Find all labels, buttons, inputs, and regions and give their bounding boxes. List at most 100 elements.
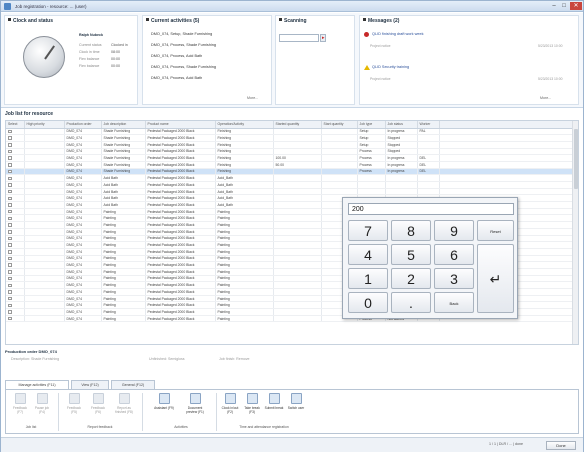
key-7[interactable]: 7 <box>348 220 388 241</box>
select-checkbox[interactable] <box>8 196 12 201</box>
select-checkbox[interactable] <box>8 149 12 154</box>
column-header[interactable]: Job type <box>357 121 386 129</box>
clock-in-out-button[interactable]: Clock in/out (F2) <box>220 393 240 414</box>
select-checkbox[interactable] <box>8 230 12 234</box>
key-6[interactable]: 6 <box>434 244 474 265</box>
key-4[interactable]: 4 <box>348 244 388 265</box>
select-checkbox[interactable] <box>8 223 12 227</box>
select-checkbox[interactable] <box>8 189 12 194</box>
activity-item[interactable]: DMO_074, Process, Acid Bath <box>151 54 202 58</box>
table-row[interactable]: DMO_074 Shade Furnishing Pedestal Packaged… <box>6 134 578 142</box>
feedback-f6-button[interactable]: Feedback (F6) <box>88 393 108 414</box>
table-cell: Pedestal Packaged 2000 Black <box>145 235 216 243</box>
table-row[interactable]: DMO_074 Acid Bath Pedestal Packaged 2000 B… <box>6 174 578 182</box>
select-checkbox[interactable] <box>8 243 12 247</box>
reset-button[interactable]: Reset <box>477 220 514 241</box>
select-checkbox[interactable] <box>8 303 12 308</box>
keypad-input[interactable]: 200 <box>348 203 514 215</box>
select-checkbox[interactable] <box>8 236 12 241</box>
key-8[interactable]: 8 <box>391 220 431 241</box>
select-checkbox[interactable] <box>8 276 12 281</box>
column-header[interactable]: Start quantity <box>321 121 358 129</box>
column-header[interactable]: Product name <box>145 121 216 129</box>
tab-manage-activities[interactable]: Manage activities (F11) <box>5 380 69 389</box>
activity-item[interactable]: DMO_074, Setup, Shade Furnishing <box>151 32 212 36</box>
minimize-button[interactable]: – <box>549 2 559 10</box>
table-cell <box>273 174 322 182</box>
activity-item[interactable]: DMO_074, Process, Shade Furnishing <box>151 65 216 69</box>
assistant-button[interactable]: Assistant (F9) <box>152 393 176 410</box>
key-9[interactable]: 9 <box>434 220 474 241</box>
select-checkbox[interactable] <box>8 256 12 261</box>
scroll-thumb[interactable] <box>574 129 578 189</box>
select-checkbox[interactable] <box>8 270 12 274</box>
select-checkbox[interactable] <box>8 209 12 214</box>
table-row[interactable]: DMO_074 Shade Furnishing Pedestal Packaged… <box>6 148 578 156</box>
key-5[interactable]: 5 <box>391 244 431 265</box>
pause-job-button[interactable]: Pause job (F4) <box>32 393 52 414</box>
column-header[interactable]: Job description <box>101 121 146 129</box>
tab-general[interactable]: General (F12) <box>111 380 155 389</box>
column-header[interactable]: Job status <box>385 121 418 129</box>
enter-icon[interactable]: ↵ <box>477 244 514 313</box>
messages-more-link[interactable]: More... <box>540 96 551 100</box>
done-button[interactable]: Done <box>546 441 576 450</box>
table-row[interactable]: DMO_074 Shade Furnishing Pedestal Packaged… <box>6 168 578 176</box>
table-row[interactable]: DMO_074 Acid Bath Pedestal Packaged 2000 B… <box>6 181 578 189</box>
select-checkbox[interactable] <box>8 216 12 221</box>
document-preview-button[interactable]: Document preview (F1) <box>182 393 208 414</box>
table-row[interactable]: DMO_074 Shade Furnishing Pedestal Packaged… <box>6 161 578 169</box>
table-row[interactable]: DMO_074 Acid Bath Pedestal Packaged 2000 B… <box>6 188 578 196</box>
take-break-button[interactable]: Take break (F3) <box>242 393 262 414</box>
key-0[interactable]: 0 <box>348 292 388 313</box>
key-decimal[interactable]: . <box>391 292 431 313</box>
select-checkbox[interactable] <box>8 263 12 267</box>
column-header[interactable]: Select <box>6 121 25 129</box>
table-row[interactable]: DMO_074 Shade Furnishing Pedestal Packaged… <box>6 154 578 162</box>
column-header[interactable]: Worker <box>417 121 440 129</box>
select-checkbox[interactable] <box>8 163 12 167</box>
message-title[interactable]: QLID Security training <box>372 65 409 69</box>
clock-dial-icon[interactable] <box>23 36 65 78</box>
key-2[interactable]: 2 <box>391 268 431 289</box>
scan-submit-button[interactable]: ▸ <box>320 34 326 42</box>
table-row[interactable]: DMO_074 Shade Furnishing Pedestal Packaged… <box>6 141 578 149</box>
select-checkbox[interactable] <box>8 129 12 134</box>
select-checkbox[interactable] <box>8 290 12 294</box>
feedback-f5-button[interactable]: Feedback (F5) <box>64 393 84 414</box>
select-checkbox[interactable] <box>8 156 12 160</box>
scanning-input[interactable] <box>279 34 319 42</box>
key-3[interactable]: 3 <box>434 268 474 289</box>
select-checkbox[interactable] <box>8 169 12 174</box>
activity-item[interactable]: DMO_074, Process, Acid Bath <box>151 76 202 80</box>
table-row[interactable]: DMO_074 Shade Furnishing Pedestal Packaged… <box>6 128 578 136</box>
select-checkbox[interactable] <box>8 183 12 187</box>
tab-view[interactable]: View (F12) <box>71 380 109 389</box>
column-header[interactable]: High priority <box>24 121 65 129</box>
select-checkbox[interactable] <box>8 136 12 140</box>
column-header[interactable]: Production order <box>64 121 102 129</box>
switch-user-button[interactable]: Switch user <box>286 393 306 410</box>
select-checkbox[interactable] <box>8 310 12 314</box>
feedback-button[interactable]: Feedback (F7) <box>10 393 30 414</box>
select-checkbox[interactable] <box>8 250 12 254</box>
column-header[interactable]: Operation/Activity <box>215 121 274 129</box>
select-checkbox[interactable] <box>8 176 12 181</box>
close-button[interactable]: ✕ <box>570 2 582 10</box>
select-checkbox[interactable] <box>8 316 12 321</box>
backspace-button[interactable]: Back <box>434 292 474 313</box>
select-checkbox[interactable] <box>8 296 12 301</box>
column-header[interactable]: Started quantity <box>273 121 322 129</box>
activities-more-link[interactable]: More... <box>247 96 258 100</box>
vertical-scrollbar[interactable] <box>572 121 578 344</box>
select-checkbox[interactable] <box>8 283 12 288</box>
activity-item[interactable]: DMO_074, Process, Shade Furnishing <box>151 43 216 47</box>
key-1[interactable]: 1 <box>348 268 388 289</box>
report-finished-button[interactable]: Report as finished (F8) <box>112 393 136 414</box>
message-title[interactable]: QLID finishing draft work week <box>372 32 424 36</box>
submit-break-button[interactable]: Submit break <box>264 393 284 410</box>
maximize-button[interactable]: □ <box>559 2 569 10</box>
select-checkbox[interactable] <box>8 203 12 207</box>
select-checkbox[interactable] <box>8 143 12 147</box>
table-cell: Painting <box>215 315 274 323</box>
